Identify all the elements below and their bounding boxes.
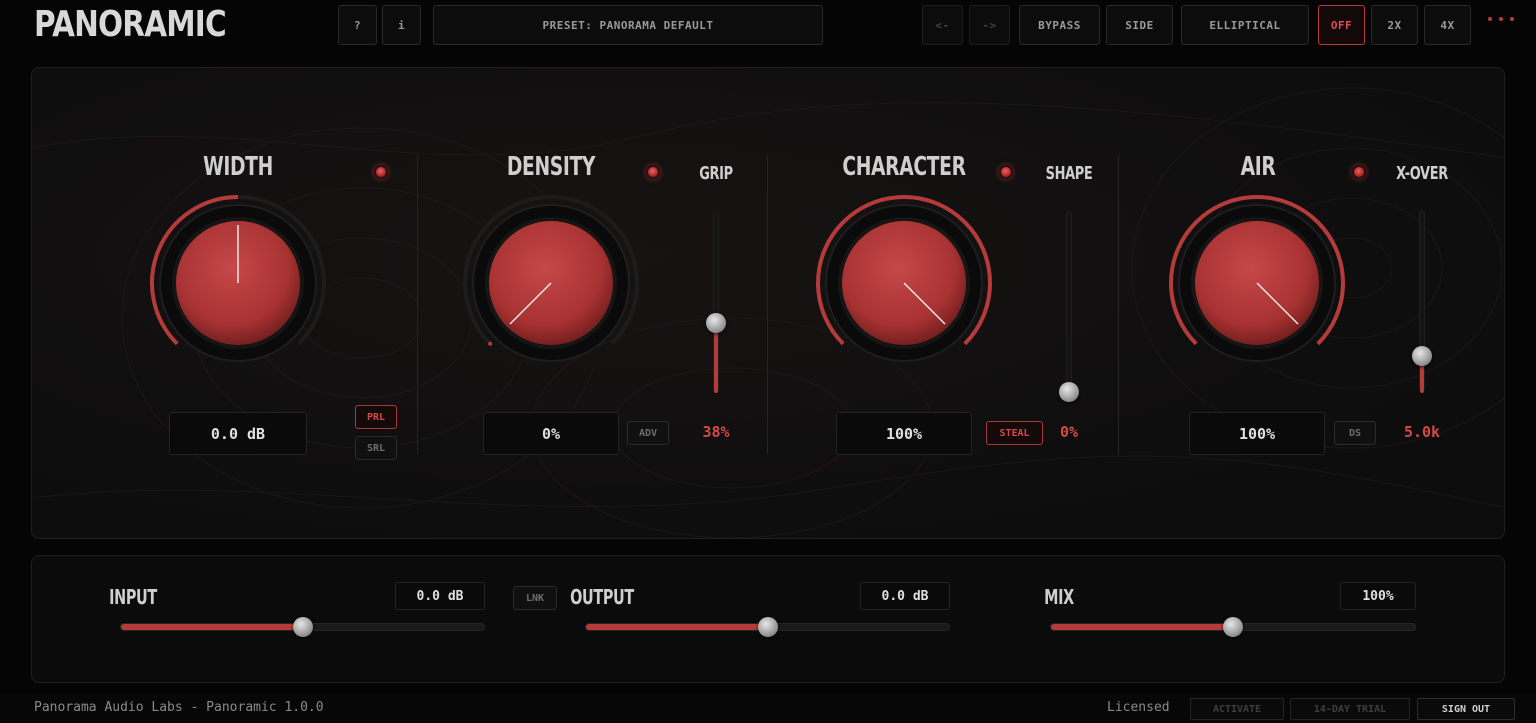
section-divider <box>767 155 768 455</box>
air-value-display[interactable]: 100% <box>1189 412 1325 455</box>
oversample-off-button[interactable]: OFF <box>1318 5 1365 45</box>
elliptical-button[interactable]: ELLIPTICAL <box>1181 5 1309 45</box>
output-slider-fill <box>586 624 769 630</box>
character-enable-led[interactable] <box>999 165 1013 179</box>
xover-slider-thumb[interactable] <box>1412 345 1432 366</box>
grip-slider[interactable] <box>713 210 719 393</box>
shape-slider[interactable] <box>1066 210 1072 392</box>
input-slider-thumb[interactable] <box>292 617 313 637</box>
srl-button[interactable]: SRL <box>355 436 397 460</box>
output-value-display[interactable]: 0.0 dB <box>860 582 950 610</box>
link-button[interactable]: LNK <box>513 586 557 610</box>
character-knob[interactable] <box>814 193 994 373</box>
grip-slider-fill <box>714 323 718 393</box>
xover-value: 5.0k <box>1403 423 1441 441</box>
density-value-display[interactable]: 0% <box>483 412 619 455</box>
air-knob[interactable] <box>1167 193 1347 373</box>
help-button[interactable]: ? <box>338 5 377 45</box>
license-status: Licensed <box>1107 700 1170 715</box>
input-slider-fill <box>121 624 304 630</box>
air-enable-led[interactable] <box>1352 165 1366 179</box>
output-slider-thumb[interactable] <box>757 617 778 637</box>
xover-title: X-OVER <box>1396 163 1448 184</box>
mix-value-display[interactable]: 100% <box>1340 582 1416 610</box>
section-divider <box>417 155 418 455</box>
width-title: WIDTH <box>203 152 273 182</box>
density-enable-led[interactable] <box>646 165 660 179</box>
company-version-text: Panorama Audio Labs - Panoramic 1.0.0 <box>34 700 324 715</box>
next-preset-button[interactable]: -> <box>969 5 1010 45</box>
shape-value: 0% <box>1059 423 1079 441</box>
mix-slider-fill <box>1051 624 1234 630</box>
section-divider <box>1118 155 1119 455</box>
mix-slider-thumb[interactable] <box>1223 617 1243 637</box>
trial-button[interactable]: 14-DAY TRIAL <box>1290 698 1410 720</box>
input-label: INPUT <box>109 585 157 609</box>
output-label: OUTPUT <box>570 585 634 609</box>
prl-button[interactable]: PRL <box>355 405 397 429</box>
prev-preset-button[interactable]: <- <box>922 5 963 45</box>
width-enable-led[interactable] <box>374 165 388 179</box>
sign-out-button[interactable]: SIGN OUT <box>1417 698 1515 720</box>
character-title: CHARACTER <box>842 152 966 182</box>
density-knob[interactable] <box>461 193 641 373</box>
shape-slider-thumb[interactable] <box>1059 382 1079 402</box>
width-value-display[interactable]: 0.0 dB <box>169 412 307 455</box>
bypass-button[interactable]: BYPASS <box>1019 5 1100 45</box>
more-menu-icon[interactable] <box>1488 17 1514 21</box>
width-knob[interactable] <box>148 193 328 373</box>
info-button[interactable]: i <box>382 5 421 45</box>
oversample-2x-button[interactable]: 2X <box>1371 5 1418 45</box>
app-logo: PANORAMIC <box>34 4 227 45</box>
side-button[interactable]: SIDE <box>1106 5 1173 45</box>
grip-value: 38% <box>702 423 730 441</box>
ds-button[interactable]: DS <box>1334 421 1376 445</box>
mix-label: MIX <box>1044 585 1074 609</box>
grip-title: GRIP <box>699 163 733 184</box>
oversample-4x-button[interactable]: 4X <box>1424 5 1471 45</box>
grip-slider-thumb[interactable] <box>706 312 726 333</box>
knob-value-arc <box>488 341 493 346</box>
shape-title: SHAPE <box>1045 163 1093 184</box>
input-value-display[interactable]: 0.0 dB <box>395 582 485 610</box>
preset-selector[interactable]: PRESET: PANORAMA DEFAULT <box>433 5 823 45</box>
density-title: DENSITY <box>506 152 596 182</box>
air-title: AIR <box>1240 152 1276 182</box>
steal-button[interactable]: STEAL <box>986 421 1043 445</box>
activate-button[interactable]: ACTIVATE <box>1190 698 1284 720</box>
adv-button[interactable]: ADV <box>627 421 669 445</box>
character-value-display[interactable]: 100% <box>836 412 972 455</box>
